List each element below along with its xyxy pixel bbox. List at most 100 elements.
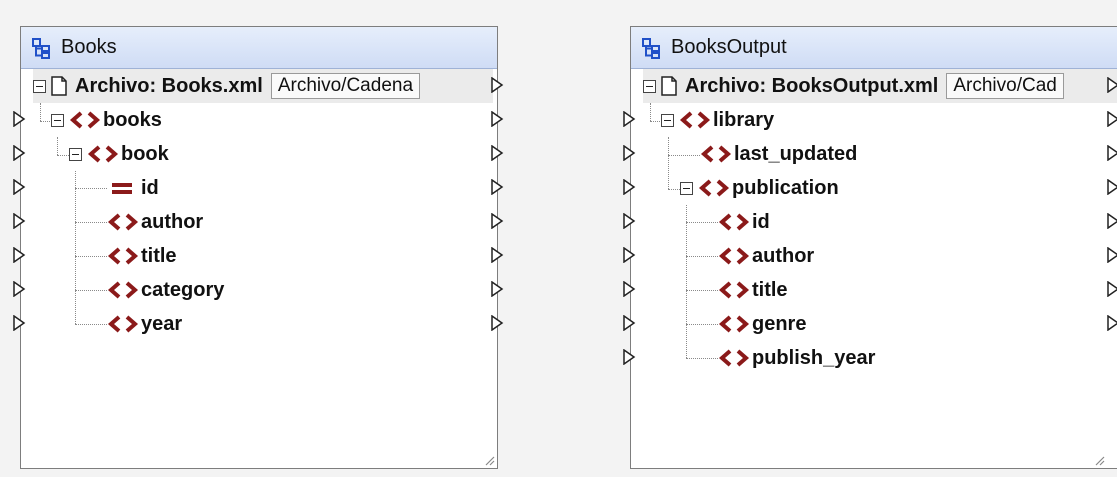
xml-element-icon xyxy=(718,213,750,231)
tree-node-author[interactable]: author xyxy=(107,205,203,239)
xml-element-icon xyxy=(107,281,139,299)
tree-node-year[interactable]: year xyxy=(107,307,182,341)
file-mode-button[interactable]: Archivo/Cadena xyxy=(270,73,421,99)
tree-node-library[interactable]: library xyxy=(661,103,774,137)
node-label: book xyxy=(121,142,169,165)
input-connector-triangle-icon[interactable] xyxy=(622,281,636,297)
books-component[interactable]: Books Archivo: Books.xml Archivo/Cadena … xyxy=(20,26,498,469)
document-icon xyxy=(51,76,67,96)
tree-line xyxy=(75,324,107,325)
tree-node-title[interactable]: title xyxy=(107,239,177,273)
tree-node-author[interactable]: author xyxy=(718,239,814,273)
tree-line xyxy=(57,137,58,155)
xml-element-icon xyxy=(107,247,139,265)
xml-element-icon xyxy=(718,315,750,333)
xml-element-icon xyxy=(700,145,732,163)
tree-line xyxy=(40,103,41,121)
output-connector-triangle-icon[interactable] xyxy=(490,213,504,229)
input-connector-triangle-icon[interactable] xyxy=(622,111,636,127)
tree-node-title[interactable]: title xyxy=(718,273,788,307)
collapse-toggle[interactable] xyxy=(680,181,693,195)
tree-node-id[interactable]: id xyxy=(111,171,159,205)
output-connector-triangle-icon[interactable] xyxy=(1106,145,1117,161)
books-component-header[interactable]: Books xyxy=(21,27,497,69)
tree-node-category[interactable]: category xyxy=(107,273,224,307)
node-label: genre xyxy=(752,312,807,335)
xml-element-icon xyxy=(718,247,750,265)
tree-node-book[interactable]: book xyxy=(69,137,169,171)
tree-line xyxy=(668,137,669,189)
output-connector-triangle-icon[interactable] xyxy=(1106,281,1117,297)
output-connector-triangle-icon[interactable] xyxy=(490,77,504,93)
input-connector-triangle-icon[interactable] xyxy=(12,111,26,127)
output-connector-triangle-icon[interactable] xyxy=(1106,315,1117,331)
node-label: author xyxy=(752,244,815,267)
collapse-toggle[interactable] xyxy=(661,113,674,127)
collapse-toggle[interactable] xyxy=(69,147,82,161)
structure-tree-icon xyxy=(32,37,50,59)
node-label: title xyxy=(752,278,788,301)
output-connector-triangle-icon[interactable] xyxy=(490,179,504,195)
tree-line xyxy=(75,290,107,291)
tree-line xyxy=(686,205,687,358)
input-connector-triangle-icon[interactable] xyxy=(12,179,26,195)
node-label: publish_year xyxy=(752,346,876,369)
resize-grip-icon[interactable] xyxy=(1093,454,1105,466)
output-connector-triangle-icon[interactable] xyxy=(490,315,504,331)
input-connector-triangle-icon[interactable] xyxy=(622,349,636,365)
tree-node-books[interactable]: books xyxy=(51,103,162,137)
tree-line xyxy=(686,256,718,257)
output-connector-triangle-icon[interactable] xyxy=(490,281,504,297)
tree-node-publish-year[interactable]: publish_year xyxy=(718,341,875,375)
resize-grip-icon[interactable] xyxy=(483,454,495,466)
collapse-toggle[interactable] xyxy=(51,113,64,127)
input-connector-triangle-icon[interactable] xyxy=(622,145,636,161)
input-connector-triangle-icon[interactable] xyxy=(622,247,636,263)
output-connector-triangle-icon[interactable] xyxy=(1106,179,1117,195)
output-connector-triangle-icon[interactable] xyxy=(1106,77,1117,93)
xml-element-icon xyxy=(679,111,711,129)
books-output-component[interactable]: BooksOutput Archivo: BooksOutput.xml Arc… xyxy=(630,26,1117,469)
output-connector-triangle-icon[interactable] xyxy=(490,247,504,263)
output-connector-triangle-icon[interactable] xyxy=(1106,111,1117,127)
tree-line xyxy=(75,188,107,189)
tree-line xyxy=(75,256,107,257)
node-label: id xyxy=(141,176,159,199)
input-connector-triangle-icon[interactable] xyxy=(12,315,26,331)
collapse-toggle[interactable] xyxy=(643,79,656,93)
file-label: Archivo: BooksOutput.xml xyxy=(685,74,939,97)
tree-node-genre[interactable]: genre xyxy=(718,307,806,341)
input-connector-triangle-icon[interactable] xyxy=(12,213,26,229)
input-connector-triangle-icon[interactable] xyxy=(12,247,26,263)
output-connector-triangle-icon[interactable] xyxy=(490,145,504,161)
input-connector-triangle-icon[interactable] xyxy=(622,315,636,331)
input-connector-triangle-icon[interactable] xyxy=(12,281,26,297)
output-connector-triangle-icon[interactable] xyxy=(490,111,504,127)
input-connector-triangle-icon[interactable] xyxy=(12,145,26,161)
tree-line xyxy=(75,222,107,223)
xml-element-icon xyxy=(698,179,730,197)
input-connector-triangle-icon[interactable] xyxy=(622,179,636,195)
xml-element-icon xyxy=(107,213,139,231)
xml-attribute-icon xyxy=(112,183,132,194)
xml-element-icon xyxy=(718,281,750,299)
input-connector-triangle-icon[interactable] xyxy=(622,213,636,229)
file-row[interactable]: Archivo: Books.xml Archivo/Cadena xyxy=(33,69,493,103)
output-connector-triangle-icon[interactable] xyxy=(1106,213,1117,229)
collapse-toggle[interactable] xyxy=(33,79,46,93)
output-connector-triangle-icon[interactable] xyxy=(1106,247,1117,263)
tree-node-id[interactable]: id xyxy=(718,205,770,239)
xml-element-icon xyxy=(87,145,119,163)
document-icon xyxy=(661,76,677,96)
node-label: publication xyxy=(732,176,839,199)
structure-tree-icon xyxy=(642,37,660,59)
tree-line xyxy=(650,103,651,121)
books-output-component-header[interactable]: BooksOutput xyxy=(631,27,1117,69)
node-label: title xyxy=(141,244,177,267)
file-mode-button[interactable]: Archivo/Cad xyxy=(946,73,1064,99)
file-row[interactable]: Archivo: BooksOutput.xml Archivo/Cad xyxy=(643,69,1117,103)
node-label: books xyxy=(103,108,162,131)
tree-node-publication[interactable]: publication xyxy=(680,171,839,205)
xml-element-icon xyxy=(69,111,101,129)
tree-node-last-updated[interactable]: last_updated xyxy=(700,137,857,171)
